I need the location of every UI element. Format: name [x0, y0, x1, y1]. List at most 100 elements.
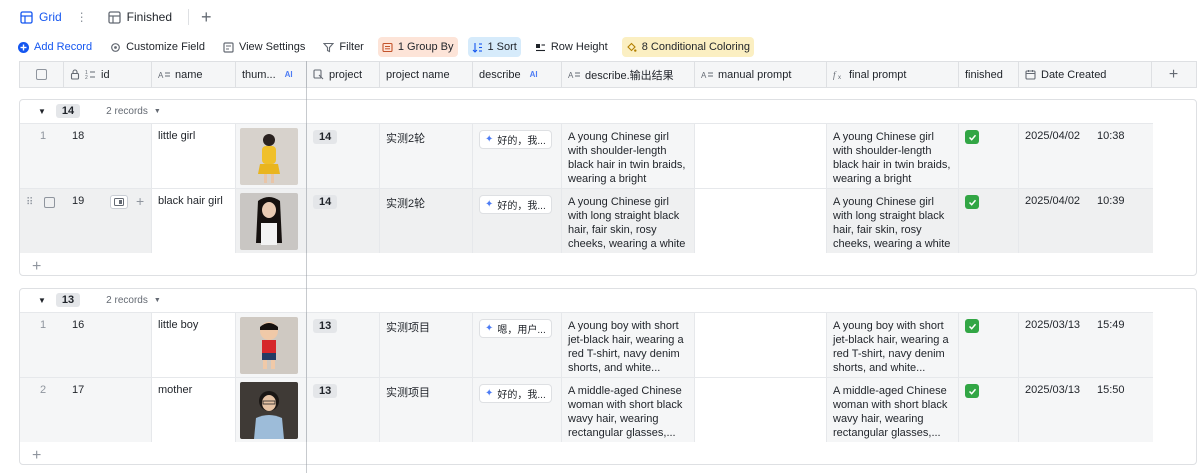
table-row[interactable]: 2 17 mother 13 实测项目 ✦ 好的，我... A middle-ag… [20, 377, 1153, 442]
cell-date-created[interactable]: 2025/04/02 10:39 [1019, 189, 1152, 253]
cell-thumbnail[interactable] [236, 313, 307, 377]
column-header-project[interactable]: project [307, 62, 380, 87]
row-checkbox[interactable] [44, 197, 56, 208]
caret-down-icon[interactable]: ▼ [38, 107, 46, 116]
table-row[interactable]: 1 18 little girl 14 实测2轮 ✦ 好的，我... A youn… [20, 123, 1153, 188]
cell-date-created[interactable]: 2025/04/02 10:38 [1019, 124, 1152, 188]
cell-finished[interactable] [959, 313, 1019, 377]
checkbox-checked-icon[interactable] [965, 319, 979, 333]
column-header-project-name[interactable]: project name [380, 62, 473, 87]
cell-thumbnail[interactable] [236, 378, 307, 442]
table-row[interactable]: ⠿ 19 black hair girl 14 实测2轮 ✦ 好的，我... A … [20, 188, 1153, 253]
add-view-icon[interactable]: + [201, 8, 212, 26]
cell-describe[interactable]: ✦ 好的，我... [473, 189, 562, 253]
cell-describe-result[interactable]: A young boy with short jet-black hair, w… [562, 313, 695, 377]
thumbnail-image[interactable] [240, 382, 298, 439]
cell-final-prompt[interactable]: A young Chinese girl with shoulder-lengt… [827, 124, 959, 188]
view-settings-button[interactable]: View Settings [219, 37, 309, 57]
cell-project[interactable]: 13 [307, 313, 380, 377]
cell-manual-prompt[interactable] [695, 378, 827, 442]
cell-describe[interactable]: ✦ 嗯，用户... [473, 313, 562, 377]
select-all-checkbox[interactable] [20, 62, 64, 87]
checkbox-checked-icon[interactable] [965, 130, 979, 144]
cell-name[interactable]: little boy [152, 313, 236, 377]
group-header[interactable]: ▼ 13 2 records ▼ [20, 289, 1196, 311]
column-header-thumbnail[interactable]: thum... AI [236, 62, 307, 87]
checkbox-checked-icon[interactable] [965, 384, 979, 398]
frozen-column-divider[interactable] [306, 61, 307, 473]
svg-text:A: A [158, 71, 164, 80]
column-header-name[interactable]: A name [152, 62, 236, 87]
cell-manual-prompt[interactable] [695, 313, 827, 377]
cell-project-name[interactable]: 实测项目 [380, 313, 473, 377]
add-row-icon[interactable]: + [32, 259, 41, 275]
caret-down-icon[interactable]: ▼ [38, 296, 46, 305]
describe-chip[interactable]: ✦ 好的，我... [479, 195, 552, 214]
cell-finished[interactable] [959, 378, 1019, 442]
cell-describe-result[interactable]: A middle-aged Chinese woman with short b… [562, 378, 695, 442]
cell-finished[interactable] [959, 124, 1019, 188]
cell-id[interactable]: 18 [66, 124, 152, 188]
add-row-icon[interactable]: + [32, 448, 41, 464]
tab-grid[interactable]: Grid ⋮ [12, 0, 96, 34]
cell-project-name[interactable]: 实测2轮 [380, 124, 473, 188]
cell-describe-result[interactable]: A young Chinese girl with shoulder-lengt… [562, 124, 695, 188]
more-icon[interactable]: ⋮ [76, 10, 88, 24]
cell-final-prompt[interactable]: A middle-aged Chinese woman with short b… [827, 378, 959, 442]
record-count[interactable]: 2 records ▼ [106, 295, 161, 306]
row-height-button[interactable]: Row Height [531, 37, 612, 57]
cell-name[interactable]: little girl [152, 124, 236, 188]
column-header-final-prompt[interactable]: fx final prompt [827, 62, 959, 87]
sort-button[interactable]: 1 Sort [467, 37, 521, 57]
customize-field-button[interactable]: Customize Field [106, 37, 209, 57]
checkbox-checked-icon[interactable] [965, 195, 979, 209]
table-row[interactable]: 1 16 little boy 13 实测项目 ✦ 嗯，用户... A young… [20, 312, 1153, 377]
tab-finished[interactable]: Finished [100, 0, 180, 34]
describe-chip[interactable]: ✦ 嗯，用户... [479, 319, 552, 338]
cell-project[interactable]: 14 [307, 189, 380, 253]
filter-button[interactable]: Filter [319, 37, 367, 57]
column-header-manual-prompt[interactable]: A manual prompt [695, 62, 827, 87]
thumbnail-image[interactable] [240, 193, 298, 250]
cell-project[interactable]: 13 [307, 378, 380, 442]
cell-id[interactable]: 16 [66, 313, 152, 377]
cell-finished[interactable] [959, 189, 1019, 253]
cell-name[interactable]: black hair girl [152, 189, 236, 253]
cell-thumbnail[interactable] [236, 189, 307, 253]
cell-date-created[interactable]: 2025/03/13 15:50 [1019, 378, 1152, 442]
checkbox[interactable] [36, 69, 47, 80]
expand-record-icon[interactable] [110, 195, 128, 209]
add-record-button[interactable]: Add Record [14, 37, 96, 57]
insert-row-icon[interactable]: + [136, 193, 144, 209]
cell-manual-prompt[interactable] [695, 124, 827, 188]
record-count[interactable]: 2 records ▼ [106, 106, 161, 117]
column-header-finished[interactable]: finished [959, 62, 1019, 87]
thumbnail-image[interactable] [240, 317, 298, 374]
cell-describe-result[interactable]: A young Chinese girl with long straight … [562, 189, 695, 253]
conditional-coloring-button[interactable]: 8 Conditional Coloring [621, 37, 754, 57]
cell-manual-prompt[interactable] [695, 189, 827, 253]
group-header[interactable]: ▼ 14 2 records ▼ [20, 100, 1196, 122]
add-column-icon[interactable]: + [1152, 62, 1195, 87]
row-number: 1 [39, 319, 47, 331]
cell-date-created[interactable]: 2025/03/13 15:49 [1019, 313, 1152, 377]
describe-chip[interactable]: ✦ 好的，我... [479, 384, 552, 403]
cell-project-name[interactable]: 实测项目 [380, 378, 473, 442]
cell-project-name[interactable]: 实测2轮 [380, 189, 473, 253]
column-header-date-created[interactable]: Date Created [1019, 62, 1152, 87]
describe-chip[interactable]: ✦ 好的，我... [479, 130, 552, 149]
cell-final-prompt[interactable]: A young boy with short jet-black hair, w… [827, 313, 959, 377]
column-header-describe[interactable]: describe AI [473, 62, 562, 87]
cell-name[interactable]: mother [152, 378, 236, 442]
column-header-id[interactable]: 12 id [64, 62, 152, 87]
thumbnail-image[interactable] [240, 128, 298, 185]
cell-thumbnail[interactable] [236, 124, 307, 188]
drag-handle-icon[interactable]: ⠿ [26, 197, 33, 208]
cell-describe[interactable]: ✦ 好的，我... [473, 378, 562, 442]
group-by-button[interactable]: 1 Group By [377, 37, 458, 57]
cell-describe[interactable]: ✦ 好的，我... [473, 124, 562, 188]
cell-project[interactable]: 14 [307, 124, 380, 188]
cell-final-prompt[interactable]: A young Chinese girl with long straight … [827, 189, 959, 253]
column-header-describe-result[interactable]: A describe.输出结果 [562, 62, 695, 87]
cell-id[interactable]: 17 [66, 378, 152, 442]
